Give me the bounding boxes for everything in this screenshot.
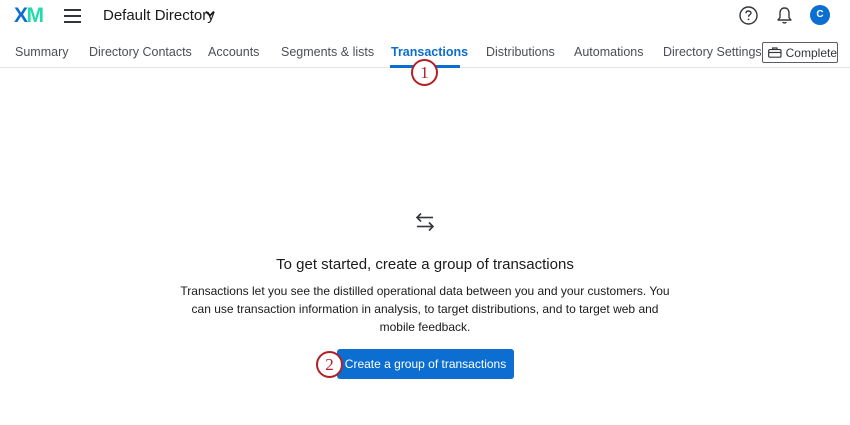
empty-state-title: To get started, create a group of transa…: [276, 256, 574, 273]
logo-x: X: [14, 4, 28, 27]
tab-directory-settings[interactable]: Directory Settings: [663, 45, 762, 59]
bell-icon[interactable]: [776, 6, 793, 25]
callout-marker-1: 1: [411, 59, 438, 86]
chevron-down-icon[interactable]: [205, 10, 215, 18]
briefcase-icon: [768, 47, 782, 58]
create-transaction-group-button[interactable]: Create a group of transactions: [337, 349, 514, 379]
empty-state-description: Transactions let you see the distilled o…: [180, 284, 670, 334]
top-bar: XM Default Directory C: [0, 0, 850, 34]
directory-title[interactable]: Default Directory: [103, 7, 215, 24]
logo-m: M: [26, 4, 45, 27]
complete-button-label: Complete: [785, 45, 837, 60]
tab-transactions[interactable]: Transactions: [391, 45, 468, 59]
xm-logo[interactable]: XM: [14, 4, 45, 28]
tab-directory-contacts[interactable]: Directory Contacts: [89, 45, 192, 59]
tab-segments-lists[interactable]: Segments & lists: [281, 45, 374, 59]
callout-marker-2: 2: [316, 351, 343, 378]
hamburger-menu-icon[interactable]: [64, 9, 81, 23]
swap-arrows-icon: [415, 212, 435, 232]
help-icon[interactable]: [739, 6, 758, 25]
tab-automations[interactable]: Automations: [574, 45, 643, 59]
tab-summary[interactable]: Summary: [15, 45, 68, 59]
complete-button[interactable]: Complete: [762, 42, 838, 63]
tab-distributions[interactable]: Distributions: [486, 45, 555, 59]
avatar[interactable]: C: [810, 5, 830, 25]
tab-accounts[interactable]: Accounts: [208, 45, 259, 59]
